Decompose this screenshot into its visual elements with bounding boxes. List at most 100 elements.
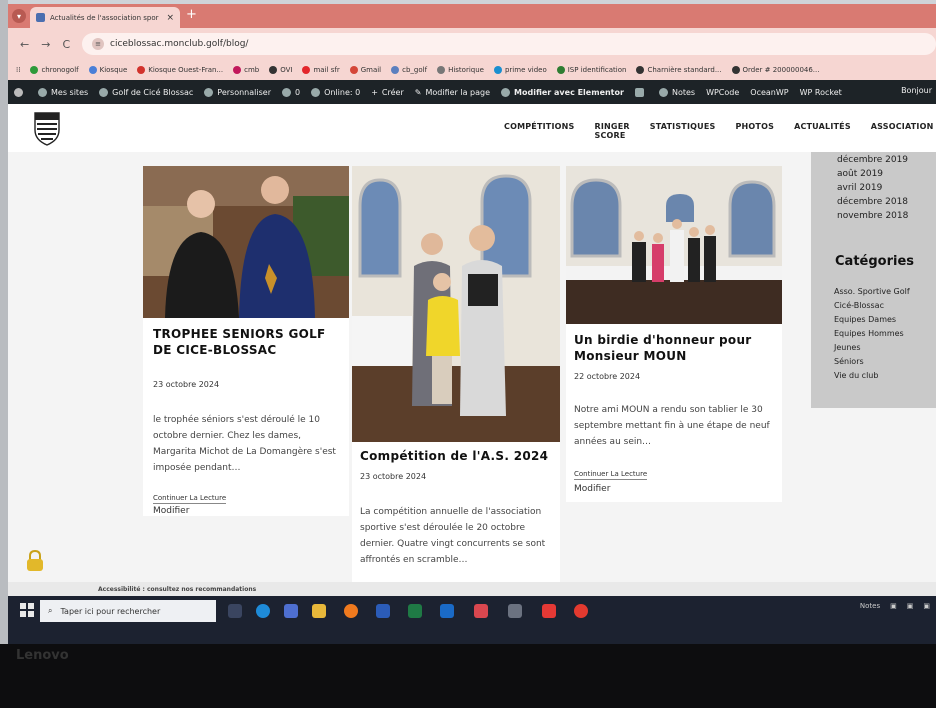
category-link[interactable]: Equipes Hommes [834,329,904,338]
nav-competitions[interactable]: COMPÉTITIONS [504,122,575,140]
post-title[interactable]: TROPHEE SENIORS GOLF DE CICE-BLOSSAC [153,326,345,358]
store-icon[interactable] [284,604,298,618]
archive-link[interactable]: novembre 2018 [837,211,908,221]
bookmark-item[interactable]: cmb [233,66,259,74]
brush-icon [204,87,214,97]
site-info-icon[interactable]: ≡ [92,38,104,50]
wp-comments[interactable]: 0 [281,87,300,97]
wp-seo-icon[interactable] [634,87,648,97]
bookmark-item[interactable]: ISP identification [556,66,626,74]
online-icon [311,87,321,97]
category-link[interactable]: Séniors [834,357,864,366]
reload-icon[interactable]: C [62,38,70,51]
wp-oceanwp[interactable]: OceanWP [750,88,788,97]
bookmark-icon [30,66,39,74]
firefox-icon[interactable] [344,604,358,618]
wp-rocket[interactable]: WP Rocket [800,88,842,97]
nav-statistiques[interactable]: STATISTIQUES [650,122,716,140]
archive-link[interactable]: décembre 2018 [837,197,908,207]
address-bar[interactable]: ≡ ciceblossac.monclub.golf/blog/ [82,33,936,55]
nav-ringer-score[interactable]: RINGER SCORE [595,122,630,140]
forward-icon[interactable]: → [41,38,50,51]
taskbar-search[interactable]: ⌕ Taper ici pour rechercher [40,600,216,622]
tab-close-icon[interactable]: × [166,13,174,23]
back-icon[interactable]: ← [20,38,29,51]
accessibility-lock-icon[interactable] [26,550,44,572]
tray-notes[interactable]: Notes [860,602,880,610]
youtube-icon[interactable] [542,604,556,618]
dashboard-icon [99,87,109,97]
browser-menu-icon[interactable]: ▾ [12,9,26,23]
post-photo[interactable] [566,166,782,324]
bookmark-item[interactable]: cb_golf [391,66,427,74]
club-logo[interactable] [34,110,60,146]
main-nav: COMPÉTITIONS RINGER SCORE STATISTIQUES P… [504,122,936,140]
edge-icon[interactable] [256,604,270,618]
category-link[interactable]: Asso. Sportive Golf [834,287,910,296]
archive-link[interactable]: décembre 2019 [837,155,908,165]
bookmark-item[interactable]: Charnière standard... [636,66,722,74]
wp-notes[interactable]: Notes [658,87,695,97]
category-link[interactable]: Equipes Dames [834,315,896,324]
tray-icon[interactable]: ▣ [907,602,914,610]
continue-reading-link[interactable]: Continuer La Lecture [574,470,648,480]
archive-link[interactable]: août 2019 [837,169,883,179]
nav-association[interactable]: ASSOCIATION [871,122,934,140]
edit-link[interactable]: Modifier [153,506,189,516]
file-explorer-icon[interactable] [312,604,326,618]
category-link[interactable]: Jeunes [834,343,861,352]
continue-reading-link[interactable]: Continuer La Lecture [153,494,227,504]
outlook-icon[interactable] [440,604,454,618]
archive-link[interactable]: avril 2019 [837,183,882,193]
tab-active[interactable]: Actualités de l'association spor × [30,7,180,28]
bookmark-item[interactable]: Kiosque Ouest-Fran... [137,66,223,74]
wp-site-name[interactable]: Golf de Cicé Blossac [99,87,193,97]
excel-icon[interactable] [408,604,422,618]
wp-greeting[interactable]: Bonjour [901,86,932,95]
bookmark-item[interactable]: Kiosque [88,66,127,74]
wp-creer[interactable]: + Créer [371,88,404,97]
bookmark-item[interactable]: prime video [493,66,547,74]
favicon-icon [36,13,45,22]
wp-modifier-page[interactable]: ✎ Modifier la page [415,88,490,97]
wp-admin-bar: Mes sites Golf de Cicé Blossac Personnal… [8,80,936,104]
post-photo[interactable] [143,166,349,318]
category-link[interactable]: Vie du club [834,371,878,380]
windows-start-icon[interactable] [20,603,34,617]
post-title[interactable]: Compétition de l'A.S. 2024 [360,448,558,464]
media-icon[interactable] [574,604,588,618]
bookmark-item[interactable]: Order # 200000046... [731,66,819,74]
task-view-icon[interactable] [228,604,242,618]
post-excerpt: Notre ami MOUN a rendu son tablier le 30… [574,405,770,447]
new-tab-button[interactable]: + [186,7,197,22]
wp-mes-sites[interactable]: Mes sites [38,87,88,97]
wordpress-logo-icon[interactable] [14,87,27,97]
microphone-icon[interactable] [508,604,522,618]
tray-icon[interactable]: ▣ [923,602,930,610]
wp-elementor[interactable]: Modifier avec Elementor [501,87,624,97]
word-icon[interactable] [376,604,390,618]
status-text[interactable]: Accessibilité : consultez nos recommanda… [98,586,256,593]
site-header: COMPÉTITIONS RINGER SCORE STATISTIQUES P… [8,104,936,152]
wp-wpcode[interactable]: WPCode [706,88,739,97]
nav-actualites[interactable]: ACTUALITÉS [794,122,851,140]
bookmark-item[interactable]: OVI [269,66,292,74]
post-date: 22 octobre 2024 [574,372,641,381]
bookmark-item[interactable]: mail sfr [302,66,340,74]
post-card: TROPHEE SENIORS GOLF DE CICE-BLOSSAC 23 … [143,166,349,516]
post-photo[interactable] [352,166,560,442]
wp-personnaliser[interactable]: Personnaliser [204,87,271,97]
edit-link[interactable]: Modifier [574,484,610,494]
bookmark-item[interactable]: chronogolf [30,66,79,74]
globe-icon [731,66,740,74]
bookmark-item[interactable]: Gmail [349,66,381,74]
wp-online[interactable]: Online: 0 [311,87,360,97]
apps-icon[interactable]: ⁞⁞ [16,66,20,74]
app-icon[interactable] [474,604,488,618]
category-link[interactable]: Cicé-Blossac [834,301,884,310]
nav-photos[interactable]: PHOTOS [735,122,774,140]
home-icon [269,66,278,74]
bookmark-item[interactable]: Historique [437,66,484,74]
post-title[interactable]: Un birdie d'honneur pour Monsieur MOUN [574,332,778,364]
tray-icon[interactable]: ▣ [890,602,897,610]
